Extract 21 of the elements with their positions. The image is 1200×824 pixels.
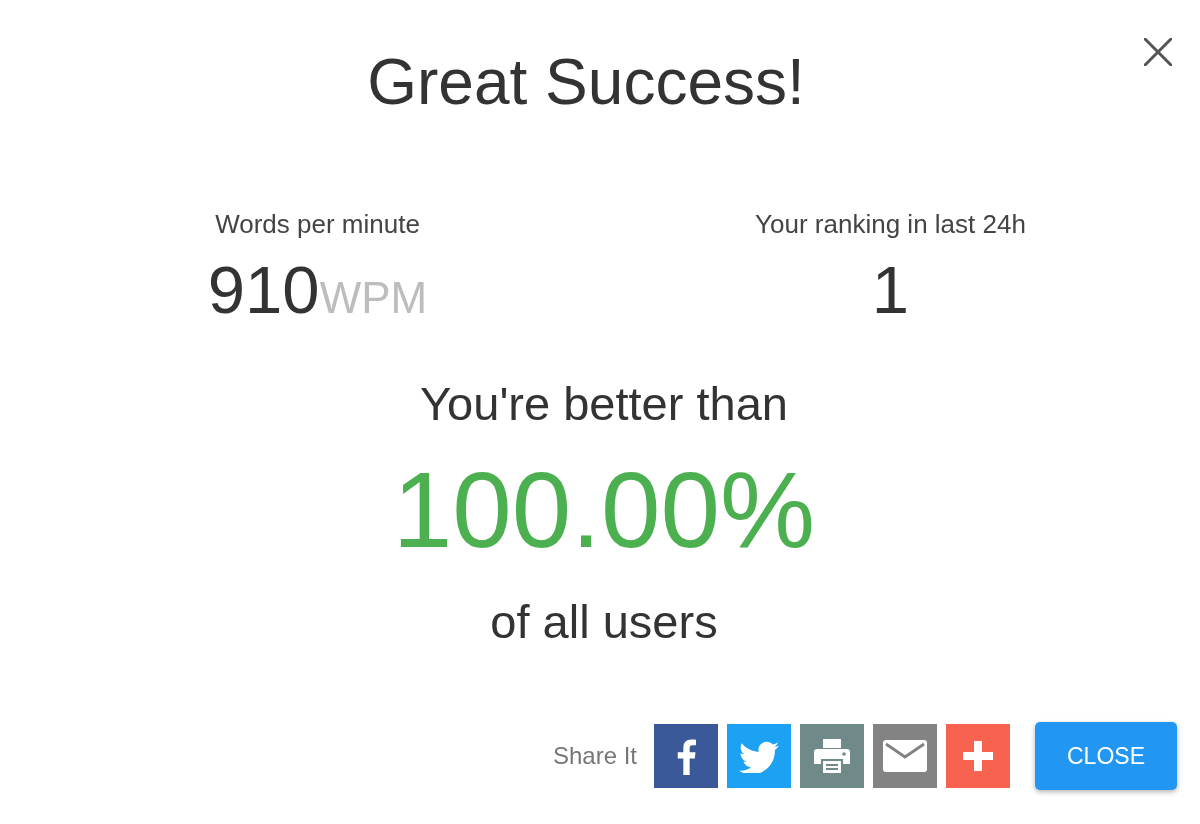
percentage-value: 100.00% <box>392 455 816 565</box>
stat-unit: WPM <box>319 273 428 323</box>
share-button[interactable] <box>727 724 791 788</box>
facebook-icon <box>676 737 696 775</box>
share-button[interactable] <box>654 724 718 788</box>
comparison-tail: of all users <box>490 594 718 650</box>
close-button[interactable]: CLOSE <box>1035 722 1177 790</box>
comparison-lead: You're better than <box>420 376 788 432</box>
stat-label: Your ranking in last 24h <box>755 209 1026 239</box>
stat-label: Words per minute <box>215 209 420 239</box>
printer-icon <box>814 739 850 773</box>
stat-value: 910 <box>207 255 320 325</box>
plus-icon <box>963 741 993 771</box>
stat-value: 1 <box>871 255 910 325</box>
bird-icon <box>739 739 779 773</box>
dialog-title: Great Success! <box>366 50 806 114</box>
share-button[interactable] <box>873 724 937 788</box>
share-button[interactable] <box>800 724 864 788</box>
envelope-icon <box>883 740 927 772</box>
share-label: Share It <box>552 741 637 771</box>
share-button[interactable] <box>946 724 1010 788</box>
